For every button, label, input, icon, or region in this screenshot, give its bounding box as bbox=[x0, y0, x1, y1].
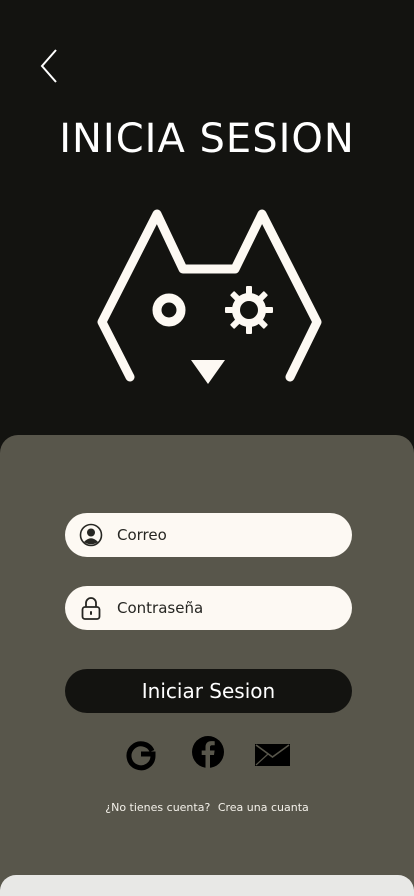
cat-gear-logo bbox=[0, 200, 414, 400]
login-button[interactable]: Iniciar Sesion bbox=[65, 669, 352, 713]
facebook-icon bbox=[192, 736, 224, 768]
email-placeholder: Correo bbox=[117, 526, 167, 544]
page-title: INICIA SESION bbox=[59, 116, 355, 162]
mail-icon bbox=[255, 744, 290, 766]
back-button[interactable] bbox=[36, 48, 66, 84]
email-field[interactable]: Correo bbox=[65, 513, 352, 557]
user-circle-icon bbox=[79, 523, 103, 547]
signup-link[interactable]: Crea una cuanta bbox=[218, 801, 309, 814]
bottom-sheet-handle bbox=[0, 875, 414, 896]
signup-question: ¿No tienes cuenta? bbox=[105, 801, 211, 814]
signup-prompt: ¿No tienes cuenta? Crea una cuanta bbox=[0, 801, 414, 814]
password-field[interactable]: Contraseña bbox=[65, 586, 352, 630]
lock-icon bbox=[79, 596, 103, 620]
google-icon bbox=[126, 741, 156, 771]
google-login-button[interactable] bbox=[123, 737, 159, 773]
email-login-button[interactable] bbox=[254, 739, 292, 775]
chevron-left-icon bbox=[40, 49, 57, 83]
password-placeholder: Contraseña bbox=[117, 599, 204, 617]
facebook-login-button[interactable] bbox=[190, 734, 226, 770]
login-panel bbox=[0, 435, 414, 896]
